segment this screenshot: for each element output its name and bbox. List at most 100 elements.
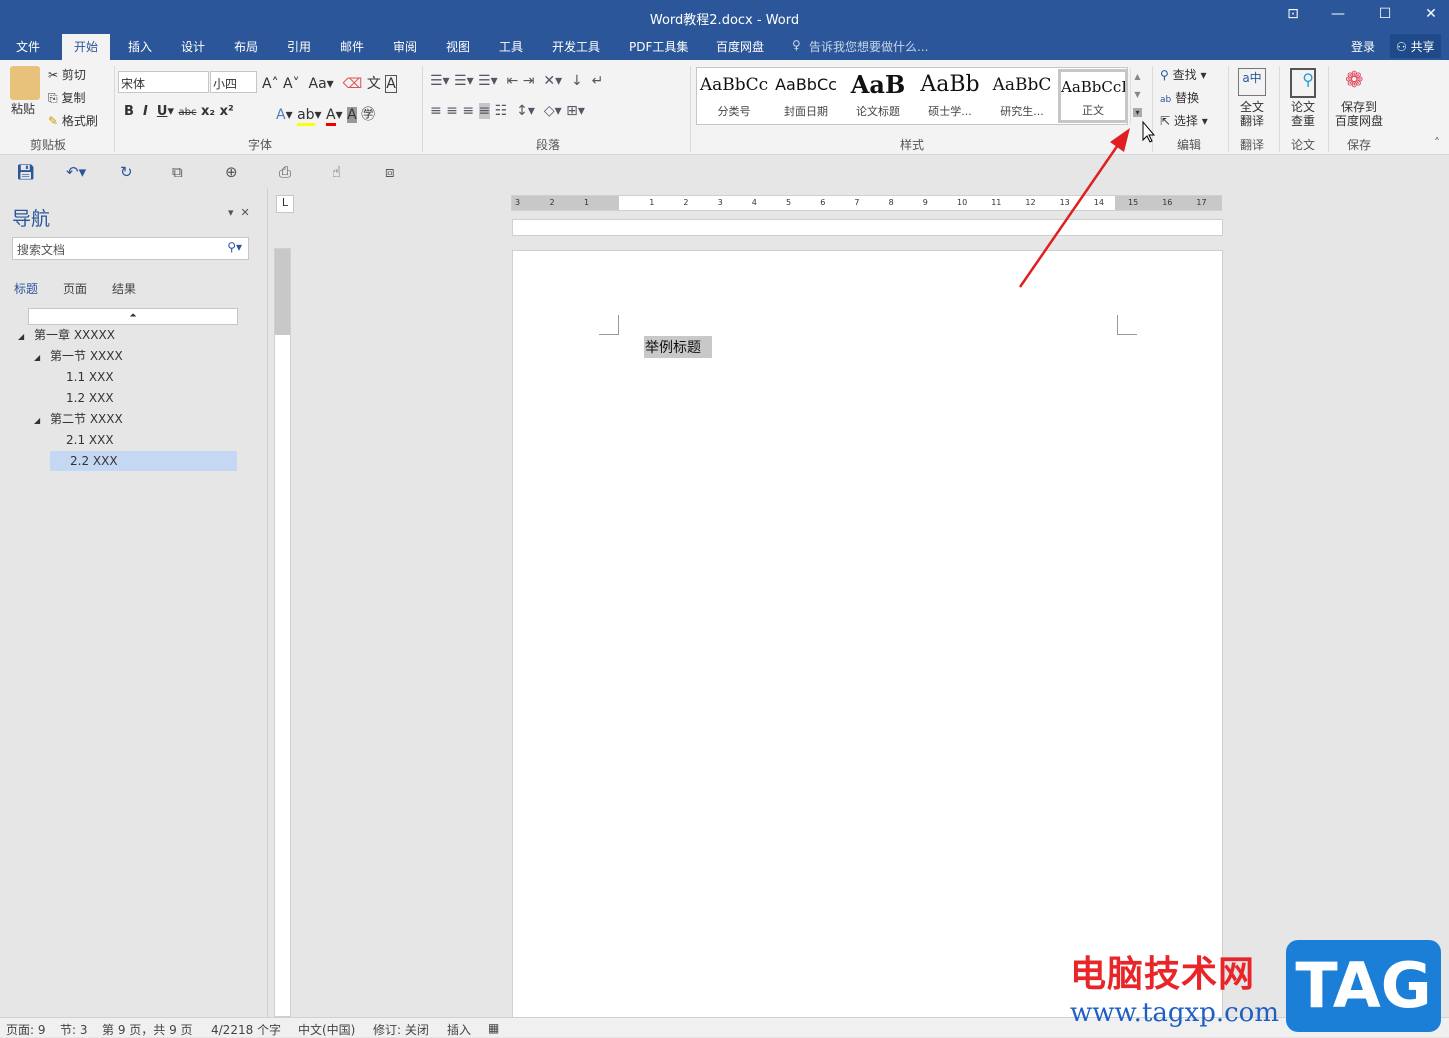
redo-icon[interactable]: ↻ [120,163,133,181]
tab-developer[interactable]: 开发工具 [552,38,600,55]
font-format-icons[interactable]: B I U▾ abc x₂ x² [124,104,234,119]
paste-button[interactable]: 粘贴 [11,100,35,117]
save-icon[interactable]: 💾︎ [16,163,35,181]
style-item[interactable]: AaB 论文标题 [843,70,913,122]
ruler-tick-label: 14 [1093,198,1104,207]
font-size-combo[interactable]: 小四 [210,71,257,93]
macro-icon[interactable]: ▦ [488,1021,499,1035]
nav-heading-item[interactable]: 2.2 XXX [50,451,237,471]
horizontal-ruler[interactable]: 3 2 1 1 2 3 4 5 6 7 8 9 10 11 12 13 14 15 16 17 [511,195,1222,211]
replace-icon: ab [1160,95,1172,105]
search-document-input[interactable]: 搜索文档 ⚲▾ [12,237,249,260]
vertical-ruler[interactable] [274,248,291,1017]
grow-font-icon[interactable]: A˄ A˅ Aa▾ ⌫ 文 A [262,73,397,93]
paper-check-icon[interactable]: ⚲ [1290,68,1316,98]
document-page[interactable]: 举例标题 [512,250,1223,1030]
ruler-tick-label: 5 [786,198,792,207]
share-button[interactable]: ⚇ 共享 [1390,34,1441,58]
expand-triangle-icon[interactable]: ◢ [34,348,50,368]
status-insert-mode[interactable]: 插入 [447,1021,471,1038]
login-link[interactable]: 登录 [1351,38,1375,55]
minimize-button[interactable]: — [1323,6,1353,22]
style-item[interactable]: AaBbC 研究生... [987,70,1057,122]
nav-heading-item[interactable]: ◢ 第一章 XXXXX [18,325,115,345]
tab-review[interactable]: 审阅 [393,38,417,55]
nav-tab-headings[interactable]: 标题 [14,280,38,297]
quick-access-toolbar: 💾︎ ↶▾ ↻ ⧉ ⊕ ⎙ ☝ ⧈ [0,155,1449,188]
ruler-tick-label: 17 [1196,198,1207,207]
baidu-netdisk-icon[interactable]: ❁ [1345,68,1363,93]
nav-tab-results[interactable]: 结果 [112,280,136,297]
nav-heading-item[interactable]: ◢ 第一节 XXXX [34,346,123,366]
margin-mark [1117,315,1137,335]
read-mode-icon[interactable]: ⧉ [172,163,183,181]
tab-design[interactable]: 设计 [181,38,205,55]
status-track-changes[interactable]: 修订: 关闭 [373,1021,429,1038]
nav-heading-item[interactable]: ◢ 第二节 XXXX [34,409,123,429]
tab-mailings[interactable]: 邮件 [340,38,364,55]
nav-heading-item[interactable]: 2.1 XXX [50,430,114,450]
touch-icon[interactable]: ☝ [332,163,341,181]
style-item-selected[interactable]: AaBbCcI 正文 [1058,69,1128,123]
nav-tab-pages[interactable]: 页面 [63,280,87,297]
nav-heading-item[interactable]: 1.1 XXX [50,367,114,387]
close-button[interactable]: ✕ [1416,6,1446,22]
tab-view[interactable]: 视图 [446,38,470,55]
nav-heading-item[interactable]: 1.2 XXX [50,388,114,408]
translate-icon[interactable]: a中 [1238,68,1266,96]
group-label-editing: 编辑 [1177,138,1202,152]
cut-button[interactable]: ✂ 剪切 [48,66,86,83]
expand-triangle-icon[interactable]: ◢ [34,411,50,431]
nav-title: 导航 [12,208,51,230]
collapse-all-button[interactable]: ⏶ [28,308,238,325]
divider [422,66,423,152]
status-language[interactable]: 中文(中国) [298,1021,355,1038]
person-icon: ⚇ [1396,40,1407,54]
tab-home[interactable]: 开始 [62,34,111,60]
expand-triangle-icon[interactable]: ◢ [18,327,34,347]
tab-pdf-tools[interactable]: PDF工具集 [629,38,688,55]
select-button[interactable]: ⇱ 选择 ▾ [1160,112,1208,129]
maximize-button[interactable]: ☐ [1370,6,1400,22]
collapse-ribbon-icon[interactable]: ˄ [1434,136,1440,150]
search-icon[interactable]: ⚲▾ [227,240,242,254]
font-name-combo[interactable]: 宋体 [118,71,209,93]
find-button[interactable]: ⚲ 查找 ▾ [1160,66,1206,83]
list-icons[interactable]: ☰▾ ☰▾ ☰▾ ⇤ ⇥ ✕▾ ↓ ↵ [430,73,603,89]
status-page[interactable]: 页面: 9 [6,1021,46,1038]
nav-options-icon[interactable]: ▾ ✕ [228,206,250,219]
document-heading[interactable]: 举例标题 [644,336,712,358]
web-icon[interactable]: ⊕ [225,163,238,181]
undo-icon[interactable]: ↶▾ [66,163,86,181]
style-item[interactable]: AaBb 硕士学... [915,70,985,122]
gallery-scroll[interactable]: ▲ ▼ ▾ [1130,68,1144,124]
style-item[interactable]: AaBbCc 封面日期 [771,70,841,122]
tab-file[interactable]: 文件 [16,38,40,55]
tab-references[interactable]: 引用 [287,38,311,55]
ribbon-display-icon[interactable]: ⊡ [1278,6,1308,22]
tab-tools[interactable]: 工具 [499,38,523,55]
status-section[interactable]: 节: 3 [60,1021,88,1038]
tab-selector[interactable]: L [276,195,294,213]
tab-layout[interactable]: 布局 [234,38,258,55]
print-preview-icon[interactable]: ⎙ [279,163,291,181]
tab-insert[interactable]: 插入 [128,38,152,55]
align-icons[interactable]: ≡ ≡ ≡ ≡ ☷ ↕▾ ◇▾ ⊞▾ [430,103,585,119]
paste-icon[interactable] [10,66,40,100]
format-painter-button[interactable]: ✎ 格式刷 [48,112,98,129]
status-pages[interactable]: 第 9 页，共 9 页 [102,1021,193,1038]
watermark-logo: TAG [1286,940,1441,1032]
ruler-tick-label: 2 [549,198,555,207]
tell-me-input[interactable]: 告诉我您想要做什么... [809,38,928,55]
full-translate-button[interactable]: 全文 翻译 [1240,100,1264,128]
customize-icon[interactable]: ⧈ [385,163,395,181]
tab-baidu-netdisk[interactable]: 百度网盘 [716,38,764,55]
paper-check-button[interactable]: 论文 查重 [1291,100,1315,128]
copy-button[interactable]: ⎘ 复制 [48,89,85,106]
status-words[interactable]: 4/2218 个字 [211,1021,281,1038]
save-to-netdisk-button[interactable]: 保存到 百度网盘 [1335,100,1383,128]
replace-button[interactable]: ab 替换 [1160,89,1199,106]
text-effects-icons[interactable]: A▾ ab▾ A▾ A ㊫ [276,104,375,126]
style-label: 分类号 [699,104,769,119]
style-item[interactable]: AaBbCc 分类号 [699,70,769,122]
